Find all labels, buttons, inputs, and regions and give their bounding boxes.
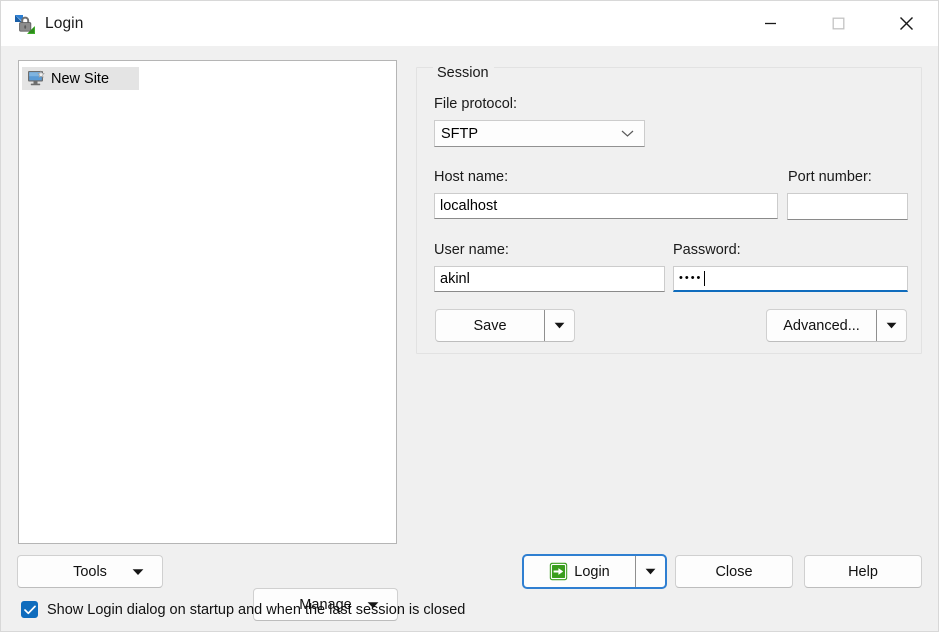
login-button-main[interactable]: Login — [524, 556, 635, 587]
host-name-input[interactable] — [434, 193, 778, 219]
site-tree-item-new-site[interactable]: New Site — [22, 67, 139, 90]
user-name-label: User name: — [434, 242, 509, 258]
password-label: Password: — [673, 242, 741, 258]
chevron-down-icon — [621, 129, 634, 138]
close-button[interactable] — [872, 1, 938, 46]
file-protocol-label: File protocol: — [434, 96, 518, 112]
file-protocol-select[interactable]: SFTP — [434, 120, 645, 147]
tools-button[interactable]: Tools — [17, 555, 163, 588]
maximize-button[interactable] — [804, 1, 872, 46]
close-dialog-button-label: Close — [715, 563, 753, 580]
password-input[interactable]: •••• — [673, 266, 908, 292]
help-button-label: Help — [848, 563, 878, 580]
check-icon — [23, 605, 36, 614]
port-number-field[interactable] — [787, 193, 938, 220]
login-dialog-window: Login New Site Session File protocol: SF… — [0, 0, 939, 632]
login-button-dropdown[interactable] — [635, 556, 665, 587]
port-number-input[interactable] — [788, 194, 938, 219]
save-button-main[interactable]: Save — [436, 310, 544, 341]
title-bar: Login — [1, 1, 938, 46]
new-site-icon — [27, 70, 46, 87]
advanced-button-main[interactable]: Advanced... — [767, 310, 876, 341]
site-tree-item-label: New Site — [51, 70, 110, 87]
login-button-label: Login — [574, 563, 610, 580]
minimize-button[interactable] — [736, 1, 804, 46]
port-number-label: Port number: — [788, 169, 872, 185]
text-caret — [704, 271, 706, 286]
chevron-down-icon — [132, 568, 144, 575]
file-protocol-value: SFTP — [441, 125, 479, 142]
login-button[interactable]: Login — [522, 554, 667, 589]
site-tree-panel[interactable]: New Site — [18, 60, 397, 544]
winscp-padlock-icon — [14, 13, 36, 35]
save-button[interactable]: Save — [435, 309, 575, 342]
show-login-checkbox[interactable] — [21, 601, 38, 618]
caption-button-group — [736, 1, 938, 46]
window-title: Login — [45, 14, 84, 32]
show-login-checkbox-label: Show Login dialog on startup and when th… — [47, 601, 466, 618]
close-dialog-button[interactable]: Close — [675, 555, 793, 588]
session-group-label: Session — [433, 65, 494, 81]
save-button-dropdown[interactable] — [544, 310, 574, 341]
help-button[interactable]: Help — [804, 555, 922, 588]
save-button-label: Save — [473, 317, 507, 334]
user-name-input[interactable] — [434, 266, 665, 292]
show-login-checkbox-row[interactable]: Show Login dialog on startup and when th… — [21, 601, 465, 618]
advanced-button-label: Advanced... — [783, 317, 860, 334]
advanced-button[interactable]: Advanced... — [766, 309, 907, 342]
password-masked-value: •••• — [679, 272, 703, 284]
advanced-button-dropdown[interactable] — [876, 310, 906, 341]
host-name-label: Host name: — [434, 169, 509, 185]
login-arrow-icon — [549, 562, 568, 581]
